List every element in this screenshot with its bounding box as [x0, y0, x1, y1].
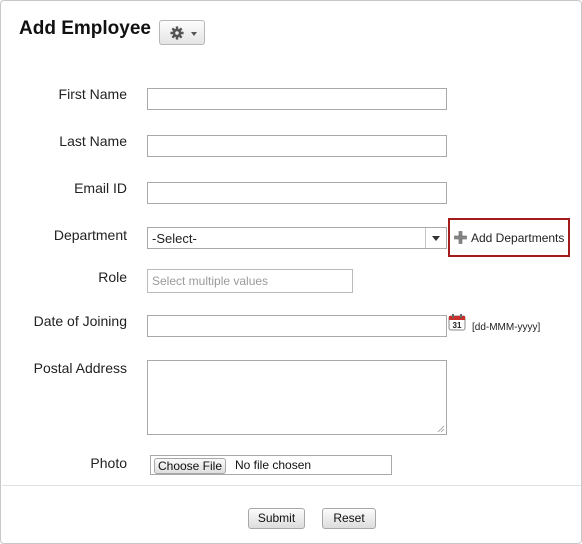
gear-icon — [170, 26, 184, 40]
submit-button[interactable]: Submit — [248, 508, 305, 529]
department-label: Department — [53, 227, 127, 243]
date-format-hint: [dd-MMM-yyyy] — [472, 322, 541, 333]
plus-icon — [454, 231, 467, 244]
add-employee-panel: Add Employee First Name Last Name Email … — [0, 0, 582, 544]
reset-button[interactable]: Reset — [322, 508, 376, 529]
email-label: Email ID — [74, 180, 127, 196]
last-name-label: Last Name — [59, 133, 127, 149]
choose-file-button[interactable]: Choose File — [154, 458, 226, 474]
calendar-icon[interactable]: 31 — [448, 313, 466, 331]
postal-address-textarea[interactable] — [147, 360, 447, 435]
role-multiselect-input[interactable] — [147, 269, 353, 293]
settings-menu-button[interactable] — [159, 20, 205, 45]
department-select[interactable]: -Select- — [147, 227, 447, 249]
first-name-input[interactable] — [147, 88, 447, 110]
dropdown-arrow-icon — [432, 236, 440, 241]
department-dropdown-toggle[interactable] — [425, 228, 446, 248]
add-departments-label: Add Departments — [471, 231, 565, 245]
postal-address-label: Postal Address — [33, 360, 127, 376]
add-departments-link[interactable]: Add Departments — [448, 218, 570, 257]
file-status-text: No file chosen — [235, 458, 312, 472]
role-label: Role — [98, 269, 127, 285]
calendar-day-text: 31 — [453, 321, 462, 330]
date-of-joining-label: Date of Joining — [33, 313, 127, 329]
email-input[interactable] — [147, 182, 447, 204]
date-of-joining-input[interactable] — [147, 315, 447, 337]
first-name-label: First Name — [58, 86, 127, 102]
photo-file-input: Choose File No file chosen — [150, 455, 392, 475]
page-title: Add Employee — [19, 18, 151, 39]
resize-handle-icon[interactable] — [437, 425, 445, 433]
photo-label: Photo — [90, 455, 127, 471]
chevron-down-icon — [191, 32, 197, 36]
department-selected-value: -Select- — [152, 231, 197, 246]
form-divider — [2, 485, 581, 486]
last-name-input[interactable] — [147, 135, 447, 157]
